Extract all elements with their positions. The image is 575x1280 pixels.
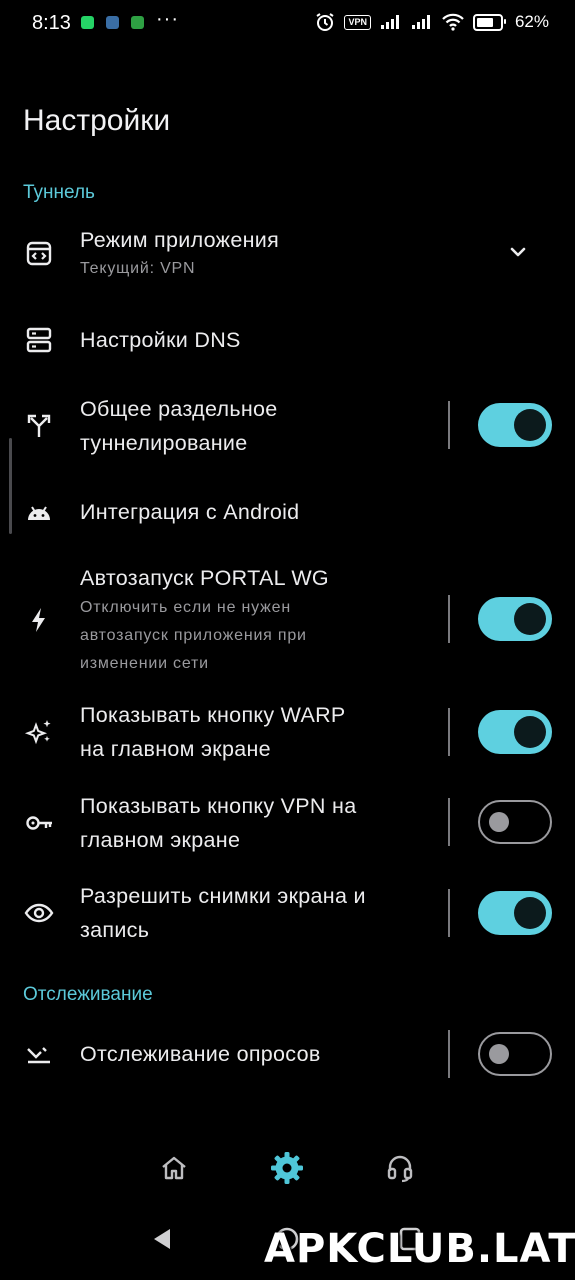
divider [448,401,450,449]
watermark: APKCLUB.LAT [264,1226,575,1272]
signal-icon [380,15,399,29]
android-icon [22,496,56,530]
more-notifications-icon: ··· [156,8,179,30]
row-title: Разрешить снимки экрана и запись [80,884,366,942]
divider [448,889,450,937]
whatsapp-notification-icon [81,16,94,29]
row-subtitle: Отключить если не нужен автозапуск прило… [80,599,307,672]
signal-icon [411,15,430,29]
row-title: Настройки DNS [80,328,241,352]
show-vpn-toggle[interactable] [478,800,552,844]
row-title: Отслеживание опросов [80,1042,321,1066]
sparkle-icon [22,715,56,749]
row-title: Интеграция с Android [80,500,300,524]
split-arrows-icon [22,408,56,442]
alarm-icon [316,13,335,31]
app-notification-icon [106,16,119,29]
vpn-status-icon: VPN [344,14,371,30]
section-header-tracking: Отслеживание [23,984,153,1005]
row-title: Общее раздельное туннелирование [80,397,278,455]
row-title: Показывать кнопку VPN на главном экране [80,794,357,852]
system-back-icon[interactable] [150,1226,174,1257]
autostart-toggle[interactable] [478,597,552,641]
code-window-icon [22,236,56,270]
divider [448,708,450,756]
page-title: Настройки [23,104,171,137]
status-time: 8:13 [32,12,71,34]
show-warp-toggle[interactable] [478,710,552,754]
divider [448,1030,450,1078]
bolt-icon [22,603,56,637]
split-tunneling-toggle[interactable] [478,403,552,447]
row-title: Автозапуск PORTAL WG [80,566,329,590]
allow-screenshots-toggle[interactable] [478,891,552,935]
app-notification-icon [131,16,144,29]
poll-tracking-toggle[interactable] [478,1032,552,1076]
row-subtitle: Текущий: VPN [80,260,196,277]
battery-icon [472,13,506,31]
row-title: Режим приложения [80,228,280,252]
tracking-icon [22,1037,56,1071]
eye-icon [22,896,56,930]
status-bar: 8:13 ··· VPN 62% [0,0,575,48]
row-title: Показывать кнопку WARP на главном экране [80,703,346,761]
chevron-down-icon[interactable] [506,240,530,264]
key-icon [22,806,56,840]
home-icon[interactable] [152,1146,196,1190]
divider [448,595,450,643]
server-icon [22,323,56,357]
support-headset-icon[interactable] [378,1146,422,1190]
divider [448,798,450,846]
battery-percent: 62% [514,12,549,31]
settings-gear-icon[interactable] [265,1146,309,1190]
wifi-icon [442,13,464,31]
scrollbar[interactable] [9,438,12,534]
section-header-tunnel: Туннель [23,182,95,203]
